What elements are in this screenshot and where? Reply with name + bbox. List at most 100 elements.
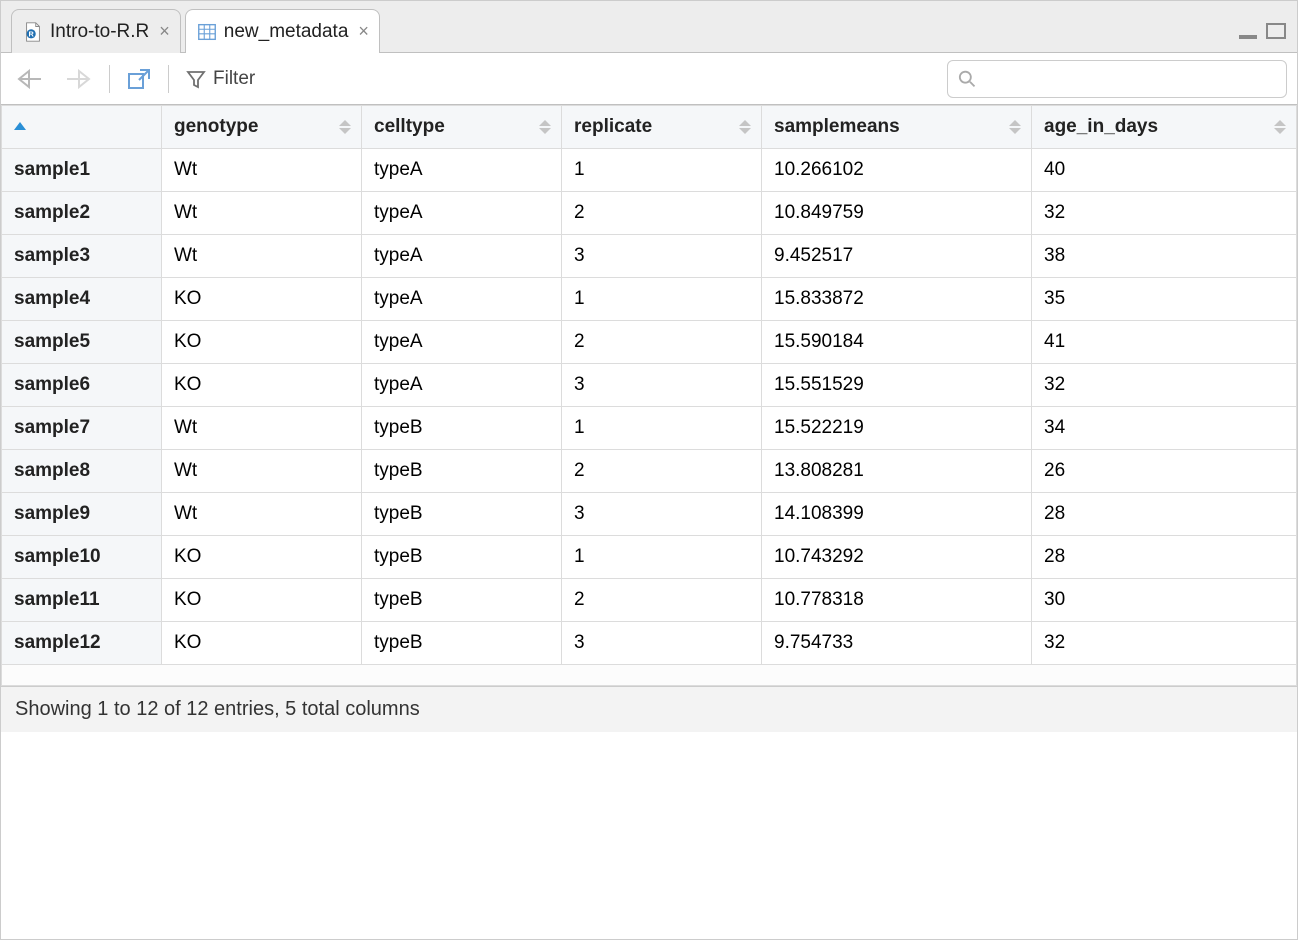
table-row[interactable]: sample11KOtypeB210.77831830: [2, 579, 1297, 622]
cell-age-in-days: 32: [1032, 192, 1297, 235]
search-icon: [958, 69, 976, 89]
cell-replicate: 1: [562, 278, 762, 321]
cell-celltype: typeB: [362, 536, 562, 579]
cell-replicate: 2: [562, 450, 762, 493]
cell-replicate: 3: [562, 622, 762, 665]
minimize-icon[interactable]: [1237, 24, 1259, 46]
cell-replicate: 1: [562, 149, 762, 192]
row-name: sample9: [2, 493, 162, 536]
column-header-samplemeans[interactable]: samplemeans: [762, 106, 1032, 149]
filter-button[interactable]: Filter: [181, 62, 259, 96]
popout-button[interactable]: [122, 62, 156, 96]
table-row[interactable]: sample1WttypeA110.26610240: [2, 149, 1297, 192]
sort-icon: [1274, 120, 1286, 134]
cell-celltype: typeB: [362, 407, 562, 450]
svg-text:R: R: [29, 29, 35, 38]
cell-celltype: typeB: [362, 493, 562, 536]
tab-label: new_metadata: [224, 21, 349, 43]
row-name: sample11: [2, 579, 162, 622]
column-header-celltype[interactable]: celltype: [362, 106, 562, 149]
funnel-icon: [185, 68, 207, 90]
sort-asc-icon: [14, 122, 26, 130]
table-row[interactable]: sample7WttypeB115.52221934: [2, 407, 1297, 450]
table-row[interactable]: sample2WttypeA210.84975932: [2, 192, 1297, 235]
cell-samplemeans: 15.833872: [762, 278, 1032, 321]
cell-replicate: 3: [562, 235, 762, 278]
back-button[interactable]: [11, 62, 49, 96]
cell-genotype: Wt: [162, 407, 362, 450]
status-bar: Showing 1 to 12 of 12 entries, 5 total c…: [1, 686, 1297, 732]
cell-age-in-days: 28: [1032, 493, 1297, 536]
column-header-rownames[interactable]: [2, 106, 162, 149]
maximize-icon[interactable]: [1265, 22, 1287, 46]
column-header-replicate[interactable]: replicate: [562, 106, 762, 149]
column-label: celltype: [374, 116, 445, 137]
cell-replicate: 1: [562, 536, 762, 579]
column-label: age_in_days: [1044, 116, 1158, 137]
cell-celltype: typeA: [362, 149, 562, 192]
column-label: replicate: [574, 116, 652, 137]
cell-genotype: KO: [162, 579, 362, 622]
filter-label: Filter: [213, 68, 255, 90]
separator: [109, 65, 110, 93]
cell-age-in-days: 30: [1032, 579, 1297, 622]
cell-samplemeans: 15.590184: [762, 321, 1032, 364]
table-row[interactable]: sample5KOtypeA215.59018441: [2, 321, 1297, 364]
cell-age-in-days: 38: [1032, 235, 1297, 278]
cell-genotype: Wt: [162, 149, 362, 192]
sort-icon: [739, 120, 751, 134]
cell-samplemeans: 15.522219: [762, 407, 1032, 450]
cell-celltype: typeB: [362, 622, 562, 665]
cell-samplemeans: 10.743292: [762, 536, 1032, 579]
table-row[interactable]: sample10KOtypeB110.74329228: [2, 536, 1297, 579]
cell-celltype: typeA: [362, 321, 562, 364]
row-name: sample7: [2, 407, 162, 450]
cell-samplemeans: 10.778318: [762, 579, 1032, 622]
cell-celltype: typeB: [362, 579, 562, 622]
column-label: genotype: [174, 116, 258, 137]
cell-genotype: KO: [162, 278, 362, 321]
table-row[interactable]: sample9WttypeB314.10839928: [2, 493, 1297, 536]
cell-samplemeans: 10.849759: [762, 192, 1032, 235]
cell-samplemeans: 13.808281: [762, 450, 1032, 493]
cell-age-in-days: 40: [1032, 149, 1297, 192]
tab-new-metadata[interactable]: new_metadata ×: [185, 9, 380, 53]
search-box[interactable]: [947, 60, 1287, 98]
close-icon[interactable]: ×: [358, 21, 369, 42]
cell-replicate: 1: [562, 407, 762, 450]
cell-replicate: 2: [562, 321, 762, 364]
table-row[interactable]: sample6KOtypeA315.55152932: [2, 364, 1297, 407]
column-header-genotype[interactable]: genotype: [162, 106, 362, 149]
search-input[interactable]: [984, 68, 1276, 90]
column-header-age-in-days[interactable]: age_in_days: [1032, 106, 1297, 149]
cell-celltype: typeA: [362, 192, 562, 235]
cell-replicate: 2: [562, 192, 762, 235]
table-row[interactable]: sample12KOtypeB39.75473332: [2, 622, 1297, 665]
cell-age-in-days: 35: [1032, 278, 1297, 321]
table-row[interactable]: sample4KOtypeA115.83387235: [2, 278, 1297, 321]
tab-intro-to-r[interactable]: R Intro-to-R.R ×: [11, 9, 181, 53]
cell-celltype: typeB: [362, 450, 562, 493]
cell-replicate: 2: [562, 579, 762, 622]
row-name: sample1: [2, 149, 162, 192]
close-icon[interactable]: ×: [159, 21, 170, 42]
row-name: sample4: [2, 278, 162, 321]
table-row[interactable]: sample8WttypeB213.80828126: [2, 450, 1297, 493]
forward-button[interactable]: [59, 62, 97, 96]
row-name: sample5: [2, 321, 162, 364]
cell-genotype: Wt: [162, 493, 362, 536]
table-row[interactable]: sample3WttypeA39.45251738: [2, 235, 1297, 278]
cell-celltype: typeA: [362, 364, 562, 407]
cell-genotype: Wt: [162, 235, 362, 278]
sort-icon: [339, 120, 351, 134]
table-icon: [196, 21, 218, 43]
cell-samplemeans: 10.266102: [762, 149, 1032, 192]
column-label: samplemeans: [774, 116, 900, 137]
row-name: sample10: [2, 536, 162, 579]
window-buttons: [1237, 22, 1287, 46]
cell-replicate: 3: [562, 493, 762, 536]
cell-celltype: typeA: [362, 235, 562, 278]
sort-icon: [1009, 120, 1021, 134]
cell-samplemeans: 15.551529: [762, 364, 1032, 407]
row-name: sample2: [2, 192, 162, 235]
